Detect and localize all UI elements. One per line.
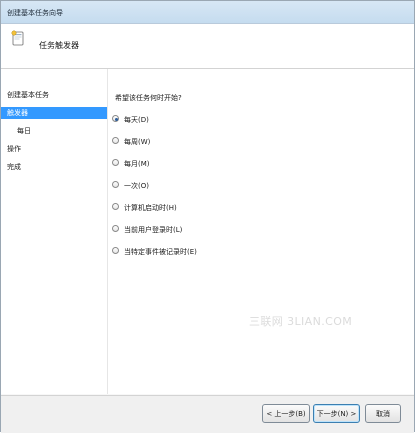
wizard-header: 任务触发器 xyxy=(1,24,414,69)
radio-button[interactable] xyxy=(112,247,119,254)
page-title: 任务触发器 xyxy=(39,41,79,50)
option-label: 每月(M) xyxy=(124,160,150,168)
option-label: 当前用户登录时(L) xyxy=(124,226,183,234)
step-label: 操作 xyxy=(7,145,21,153)
step-label: 创建基本任务 xyxy=(7,91,49,99)
back-button[interactable]: < 上一步(B) xyxy=(262,404,310,423)
step-trigger[interactable]: 触发器 xyxy=(1,107,107,119)
wizard-window: 创建基本任务向导 任务触发器 创建基本任务 触发器 每日 操作 完成 希望该任务… xyxy=(0,0,415,433)
task-scheduler-icon xyxy=(11,30,24,46)
step-finish[interactable]: 完成 xyxy=(1,161,107,173)
option-label: 当特定事件被记录时(E) xyxy=(124,248,197,256)
wizard-steps-nav: 创建基本任务 触发器 每日 操作 完成 xyxy=(1,69,107,394)
next-button[interactable]: 下一步(N) > xyxy=(313,404,360,423)
wizard-content: 创建基本任务 触发器 每日 操作 完成 希望该任务何时开始? 每天(D) 每周(… xyxy=(1,69,414,394)
option-label: 每周(W) xyxy=(124,138,151,146)
step-label: 触发器 xyxy=(7,109,28,117)
title-bar[interactable]: 创建基本任务向导 xyxy=(1,1,414,24)
watermark: 三联网 3LIAN.COM xyxy=(249,315,353,328)
radio-button[interactable] xyxy=(112,159,119,166)
step-daily[interactable]: 每日 xyxy=(1,125,107,137)
step-label: 完成 xyxy=(7,163,21,171)
step-create-basic-task[interactable]: 创建基本任务 xyxy=(1,89,107,101)
radio-button[interactable] xyxy=(112,225,119,232)
wizard-footer: < 上一步(B) 下一步(N) > 取消 xyxy=(1,395,414,433)
nav-divider xyxy=(107,69,108,394)
radio-button[interactable] xyxy=(112,181,119,188)
cancel-button[interactable]: 取消 xyxy=(365,404,401,423)
step-label: 每日 xyxy=(17,127,31,135)
window-title: 创建基本任务向导 xyxy=(7,9,63,17)
step-action[interactable]: 操作 xyxy=(1,143,107,155)
option-label: 一次(O) xyxy=(124,182,149,190)
option-label: 计算机启动时(H) xyxy=(124,204,177,212)
option-label: 每天(D) xyxy=(124,116,149,124)
radio-button[interactable] xyxy=(112,115,119,122)
radio-button[interactable] xyxy=(112,203,119,210)
radio-button[interactable] xyxy=(112,137,119,144)
trigger-question: 希望该任务何时开始? xyxy=(115,94,182,102)
